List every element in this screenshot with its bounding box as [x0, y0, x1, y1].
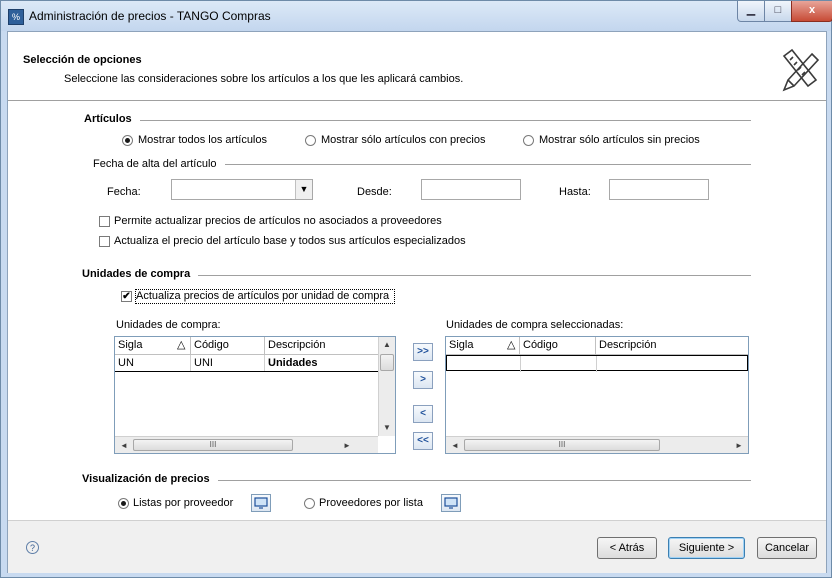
- add-all-button[interactable]: >>: [413, 343, 433, 361]
- section-divider: [88, 120, 751, 121]
- cell-sigla: UN: [115, 355, 191, 371]
- close-button[interactable]: x: [791, 1, 832, 22]
- sort-ascending-icon: △: [177, 339, 186, 351]
- cell-sigla: [447, 356, 521, 372]
- grid-unidades-seleccionadas[interactable]: Sigla △ Código Descripción ◄ III ►: [445, 336, 749, 454]
- cell-codigo: UNI: [191, 355, 265, 371]
- radio-proveedores-por-lista-label[interactable]: Proveedores por lista: [319, 497, 423, 509]
- hasta-field[interactable]: [609, 179, 709, 200]
- fecha-label: Fecha:: [107, 186, 141, 198]
- horizontal-scrollbar[interactable]: ◄ III ►: [115, 436, 378, 453]
- table-row[interactable]: [446, 355, 748, 372]
- grid-header: Sigla △ Código Descripción: [115, 337, 395, 355]
- minimize-button[interactable]: ▁: [737, 1, 765, 22]
- check-articulo-base[interactable]: [99, 236, 110, 247]
- window-title: Administración de precios - TANGO Compra…: [29, 9, 271, 23]
- monitor-icon[interactable]: [441, 494, 461, 512]
- vertical-scrollbar[interactable]: ▲ ▼: [378, 337, 395, 436]
- check-por-unidad[interactable]: ✔: [121, 291, 132, 302]
- section-title-visualizacion: Visualización de precios: [82, 473, 218, 485]
- radio-listas-por-proveedor-label[interactable]: Listas por proveedor: [133, 497, 233, 509]
- fecha-group-title: Fecha de alta del artículo: [93, 158, 225, 170]
- scroll-up-icon[interactable]: ▲: [383, 340, 391, 349]
- help-icon[interactable]: ?: [26, 541, 39, 554]
- scroll-right-icon[interactable]: ►: [343, 441, 351, 450]
- column-descripcion[interactable]: Descripción: [596, 337, 748, 354]
- monitor-icon[interactable]: [251, 494, 271, 512]
- title-bar[interactable]: % Administración de precios - TANGO Comp…: [1, 1, 832, 31]
- hasta-label: Hasta:: [559, 186, 591, 198]
- check-no-asociados[interactable]: [99, 216, 110, 227]
- cell-descripcion: Unidades: [268, 357, 318, 369]
- next-button[interactable]: Siguiente >: [668, 537, 745, 559]
- radio-sin-precios[interactable]: [523, 135, 534, 146]
- radio-mostrar-todos[interactable]: [122, 135, 133, 146]
- radio-con-precios[interactable]: [305, 135, 316, 146]
- scroll-down-icon[interactable]: ▼: [383, 423, 391, 432]
- radio-sin-precios-label[interactable]: Mostrar sólo artículos sin precios: [539, 134, 700, 146]
- column-codigo[interactable]: Código: [191, 337, 265, 354]
- monitor-icon-glyph: [254, 497, 268, 509]
- scroll-thumb[interactable]: III: [464, 439, 660, 451]
- maximize-button[interactable]: □: [764, 1, 792, 22]
- column-sigla-label: Sigla: [118, 339, 143, 351]
- scroll-thumb[interactable]: [380, 354, 394, 371]
- column-sigla[interactable]: Sigla △: [115, 337, 191, 354]
- wizard-footer: ? < Atrás Siguiente > Cancelar: [8, 520, 826, 573]
- column-descripcion[interactable]: Descripción: [265, 337, 378, 354]
- scroll-thumb[interactable]: III: [133, 439, 293, 451]
- radio-mostrar-todos-label[interactable]: Mostrar todos los artículos: [138, 134, 267, 146]
- horizontal-scrollbar[interactable]: ◄ III ►: [446, 436, 748, 453]
- pencil-ruler-icon: [782, 48, 820, 92]
- monitor-icon-glyph: [444, 497, 458, 509]
- remove-button[interactable]: <: [413, 405, 433, 423]
- grid-header: Sigla △ Código Descripción: [446, 337, 748, 355]
- radio-con-precios-label[interactable]: Mostrar sólo artículos con precios: [321, 134, 485, 146]
- check-articulo-base-label[interactable]: Actualiza el precio del artículo base y …: [114, 235, 466, 247]
- cancel-button[interactable]: Cancelar: [757, 537, 817, 559]
- section-title-articulos: Artículos: [84, 113, 140, 125]
- desde-field[interactable]: [421, 179, 521, 200]
- wizard-header: Selección de opciones Seleccione las con…: [8, 32, 826, 101]
- desde-label: Desde:: [357, 186, 392, 198]
- page-subtitle: Seleccione las consideraciones sobre los…: [64, 73, 464, 85]
- chevron-down-icon[interactable]: ▼: [295, 180, 312, 199]
- remove-all-button[interactable]: <<: [413, 432, 433, 450]
- fecha-combo[interactable]: ▼: [171, 179, 313, 200]
- tango-app-icon[interactable]: %: [8, 9, 24, 25]
- grid-unidades-disponibles[interactable]: Sigla △ Código Descripción UN UNI Unidade…: [114, 336, 396, 454]
- scroll-left-icon[interactable]: ◄: [451, 441, 459, 450]
- column-sigla[interactable]: Sigla △: [446, 337, 520, 354]
- right-grid-title: Unidades de compra seleccionadas:: [446, 319, 624, 331]
- table-row[interactable]: UN UNI Unidades: [115, 355, 395, 372]
- scroll-right-icon[interactable]: ►: [735, 441, 743, 450]
- back-button[interactable]: < Atrás: [597, 537, 657, 559]
- wizard-client: Selección de opciones Seleccione las con…: [7, 31, 827, 573]
- left-grid-title: Unidades de compra:: [116, 319, 221, 331]
- column-sigla-label: Sigla: [449, 339, 474, 351]
- radio-proveedores-por-lista[interactable]: [304, 498, 315, 509]
- column-codigo[interactable]: Código: [520, 337, 596, 354]
- check-por-unidad-label[interactable]: Actualiza precios de artículos por unida…: [136, 290, 389, 302]
- section-title-unidades: Unidades de compra: [82, 268, 199, 280]
- scroll-left-icon[interactable]: ◄: [120, 441, 128, 450]
- sort-ascending-icon: △: [507, 339, 516, 351]
- radio-listas-por-proveedor[interactable]: [118, 498, 129, 509]
- cell-codigo: [521, 356, 597, 372]
- add-button[interactable]: >: [413, 371, 433, 389]
- app-window: % Administración de precios - TANGO Comp…: [0, 0, 832, 578]
- page-title: Selección de opciones: [23, 54, 142, 66]
- check-no-asociados-label[interactable]: Permite actualizar precios de artículos …: [114, 215, 442, 227]
- wizard-body: Artículos Mostrar todos los artículos Mo…: [8, 101, 826, 520]
